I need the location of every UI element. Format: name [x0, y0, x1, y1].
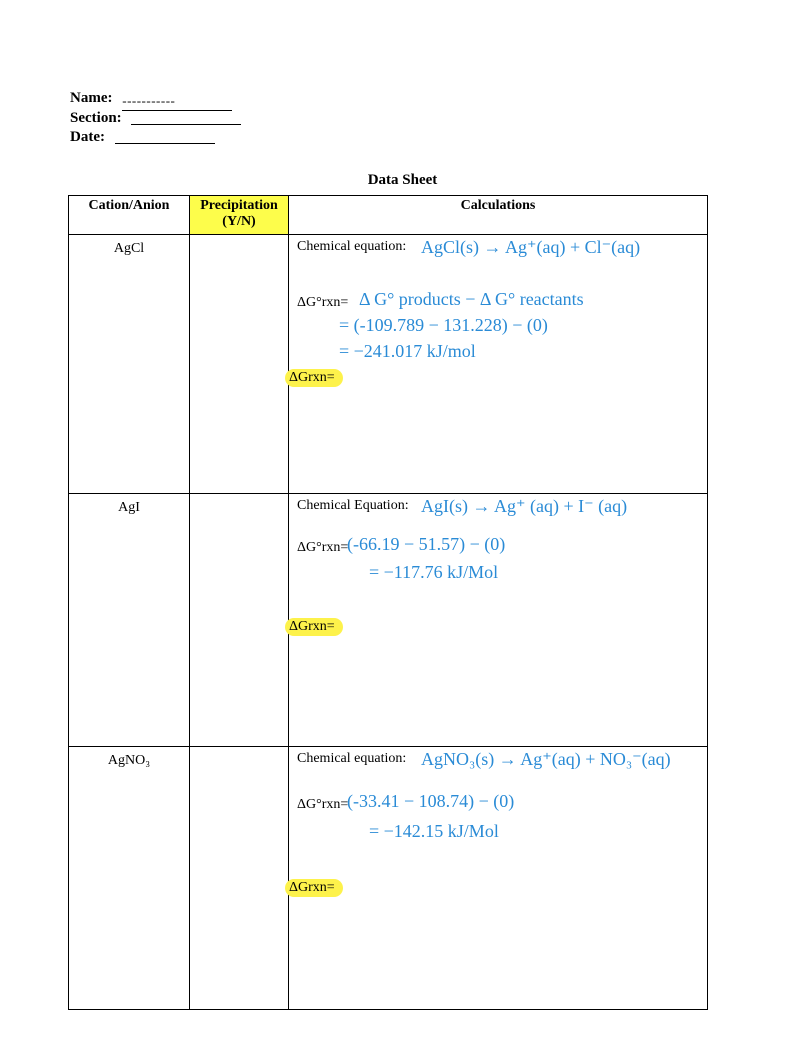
chem-eq-label: Chemical equation: — [297, 751, 406, 767]
col-precipitation: Precipitation (Y/N) — [190, 196, 289, 235]
section-label: Section: — [70, 110, 122, 126]
table-row: AgCl Chemical equation: AgCl(s) → Ag⁺(aq… — [69, 235, 708, 494]
hw-equation: AgNO₃(s) → Ag⁺(aq) + NO₃⁻(aq) — [421, 749, 671, 770]
hw-calc-line: = (-109.789 − 131.228) − (0) — [339, 315, 548, 336]
date-row: Date: — [70, 129, 735, 146]
compound-cell: AgNO₃ — [69, 747, 190, 1010]
hw-calc-line: = −142.15 kJ/Mol — [369, 821, 499, 842]
precip-cell[interactable] — [190, 494, 289, 747]
hw-calc-line: Δ G° products − Δ G° reactants — [359, 289, 584, 310]
hw-calc-line: = −241.017 kJ/mol — [339, 341, 476, 362]
chem-eq-label: Chemical equation: — [297, 239, 406, 255]
calc-cell: Chemical equation: AgCl(s) → Ag⁺(aq) + C… — [289, 235, 708, 494]
section-row: Section: — [70, 110, 735, 127]
date-label: Date: — [70, 129, 105, 145]
calc-cell: Chemical Equation: AgI(s) → Ag⁺ (aq) + I… — [289, 494, 708, 747]
name-blank[interactable]: ----------- — [122, 93, 232, 111]
chem-eq-label: Chemical Equation: — [297, 498, 409, 514]
dg-label-highlight: ΔGrxn= — [285, 618, 343, 636]
date-blank[interactable] — [115, 143, 215, 144]
hw-equation: AgI(s) → Ag⁺ (aq) + I⁻ (aq) — [421, 496, 627, 517]
dg-label-highlight: ΔGrxn= — [285, 369, 343, 387]
name-label: Name: — [70, 90, 112, 106]
compound-cell: AgCl — [69, 235, 190, 494]
col-cation-anion: Cation/Anion — [69, 196, 190, 235]
section-blank[interactable] — [131, 124, 241, 125]
dg-std-label: ΔG°rxn= — [297, 797, 348, 813]
table-row: AgNO₃ Chemical equation: AgNO₃(s) → Ag⁺(… — [69, 747, 708, 1010]
hw-equation: AgCl(s) → Ag⁺(aq) + Cl⁻(aq) — [421, 237, 640, 258]
name-row: Name: ----------- — [70, 90, 735, 108]
col-calculations: Calculations — [289, 196, 708, 235]
precip-cell[interactable] — [190, 235, 289, 494]
hw-calc-line: (-66.19 − 51.57) − (0) — [347, 534, 505, 555]
compound-cell: AgI — [69, 494, 190, 747]
hw-calc-line: (-33.41 − 108.74) − (0) — [347, 791, 514, 812]
dg-std-label: ΔG°rxn= — [297, 540, 348, 556]
precip-cell[interactable] — [190, 747, 289, 1010]
data-table: Cation/Anion Precipitation (Y/N) Calcula… — [68, 195, 708, 1010]
dg-label-highlight: ΔGrxn= — [285, 879, 343, 897]
table-row: AgI Chemical Equation: AgI(s) → Ag⁺ (aq)… — [69, 494, 708, 747]
table-header-row: Cation/Anion Precipitation (Y/N) Calcula… — [69, 196, 708, 235]
dg-std-label: ΔG°rxn= — [297, 295, 348, 311]
page-title: Data Sheet — [70, 172, 735, 189]
hw-calc-line: = −117.76 kJ/Mol — [369, 562, 498, 583]
calc-cell: Chemical equation: AgNO₃(s) → Ag⁺(aq) + … — [289, 747, 708, 1010]
